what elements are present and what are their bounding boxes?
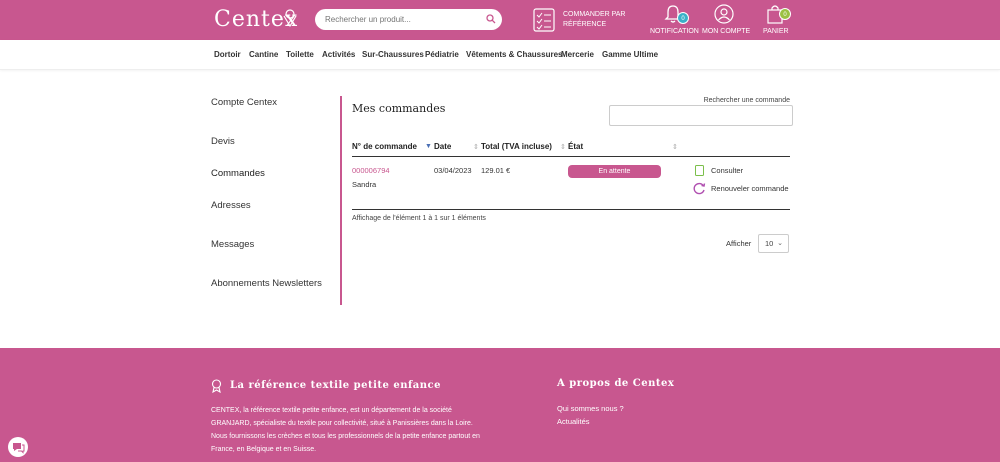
- table-info: Affichage de l'élément 1 à 1 sur 1 éléme…: [352, 215, 486, 222]
- search-input[interactable]: [325, 9, 485, 30]
- search-icon[interactable]: [486, 14, 496, 24]
- search-bar: [315, 9, 502, 30]
- footer-links-title: A propos de Centex: [557, 378, 675, 389]
- nav-item-vetements-chaussures[interactable]: Vêtements & Chaussures: [466, 50, 562, 59]
- footer-about-title: La référence textile petite enfance: [230, 380, 441, 391]
- nav-item-dortoir[interactable]: Dortoir: [214, 50, 241, 59]
- cart-label: PANIER: [763, 28, 789, 35]
- cart-count-badge: 0: [779, 8, 791, 20]
- table-footer-divider: [352, 209, 790, 210]
- account-label: MON COMPTE: [702, 28, 751, 35]
- sort-icon[interactable]: ⇕: [560, 143, 566, 151]
- sidebar-item-devis[interactable]: Devis: [211, 136, 235, 147]
- order-by-reference-line2: RÉFÉRENCE: [563, 21, 607, 28]
- column-header-status[interactable]: État: [568, 142, 583, 151]
- sidebar-item-messages[interactable]: Messages: [211, 239, 254, 250]
- notification-label: NOTIFICATION: [650, 28, 699, 35]
- page-length-label: Afficher: [726, 239, 752, 248]
- sort-icon[interactable]: ⇕: [473, 143, 479, 151]
- top-bar: Centex COMMANDER PAR RÉFÉRENCE 0 NOTIFIC…: [0, 0, 1000, 40]
- nav-item-cantine[interactable]: Cantine: [249, 50, 278, 59]
- nav-item-toilette[interactable]: Toilette: [286, 50, 314, 59]
- order-date: 03/04/2023: [434, 166, 472, 175]
- column-header-total[interactable]: Total (TVA incluse): [481, 142, 552, 151]
- sidebar-item-commandes[interactable]: Commandes: [211, 168, 265, 179]
- table-header-divider: [352, 156, 790, 157]
- renew-order-link[interactable]: Renouveler commande: [711, 184, 789, 193]
- award-icon: [211, 379, 222, 393]
- nav-item-pediatrie[interactable]: Pédiatrie: [425, 50, 459, 59]
- account-button[interactable]: MON COMPTE: [702, 4, 751, 35]
- column-header-order-number[interactable]: N° de commande: [352, 142, 417, 151]
- sidebar-divider: [340, 96, 342, 305]
- order-customer: Sandra: [352, 180, 377, 189]
- footer-link-about-us[interactable]: Qui sommes nous ?: [557, 404, 624, 413]
- sidebar-item-adresses[interactable]: Adresses: [211, 200, 251, 211]
- user-icon: [714, 4, 734, 24]
- order-by-reference-line1: COMMANDER PAR: [563, 11, 626, 18]
- chevron-down-icon: ⌄: [777, 240, 783, 247]
- cart-button[interactable]: 0 PANIER: [763, 4, 791, 35]
- footer: La référence textile petite enfance CENT…: [0, 348, 1000, 462]
- order-by-reference-button[interactable]: COMMANDER PAR RÉFÉRENCE: [533, 8, 643, 34]
- nav-item-mercerie[interactable]: Mercerie: [561, 50, 594, 59]
- footer-link-news[interactable]: Actualités: [557, 417, 590, 426]
- order-search-input[interactable]: [609, 105, 793, 126]
- sort-icon[interactable]: ⇕: [672, 143, 678, 151]
- sort-desc-icon[interactable]: ▼: [425, 143, 432, 150]
- sidebar-item-newsletters[interactable]: Abonnements Newsletters: [211, 278, 322, 289]
- logo-mark-icon: [283, 9, 297, 28]
- column-header-date[interactable]: Date: [434, 142, 451, 151]
- page-length-select[interactable]: 10 ⌄: [758, 234, 789, 253]
- order-search-label: Rechercher une commande: [703, 97, 790, 104]
- renew-icon[interactable]: [693, 182, 706, 195]
- category-nav: Dortoir Cantine Toilette Activités Sur-C…: [0, 40, 1000, 70]
- page-title: Mes commandes: [352, 102, 446, 115]
- notification-count-badge: 0: [677, 12, 689, 24]
- document-icon[interactable]: [695, 165, 704, 176]
- chat-button[interactable]: [8, 437, 28, 457]
- footer-about-text: CENTEX, la référence textile petite enfa…: [211, 407, 480, 453]
- sidebar-item-compte-centex[interactable]: Compte Centex: [211, 97, 277, 108]
- consult-order-link[interactable]: Consulter: [711, 166, 743, 175]
- chat-icon: [13, 443, 25, 454]
- order-number-link[interactable]: 000006794: [352, 166, 390, 175]
- checklist-icon: [533, 8, 555, 32]
- notification-button[interactable]: 0 NOTIFICATION: [650, 4, 699, 35]
- nav-item-sur-chaussures[interactable]: Sur-Chaussures: [362, 50, 424, 59]
- page-length-value: 10: [765, 239, 774, 248]
- nav-item-gamme-ultime[interactable]: Gamme Ultime: [602, 50, 658, 59]
- nav-item-activites[interactable]: Activités: [322, 50, 355, 59]
- status-badge: En attente: [568, 165, 661, 178]
- order-total: 129.01 €: [481, 166, 511, 175]
